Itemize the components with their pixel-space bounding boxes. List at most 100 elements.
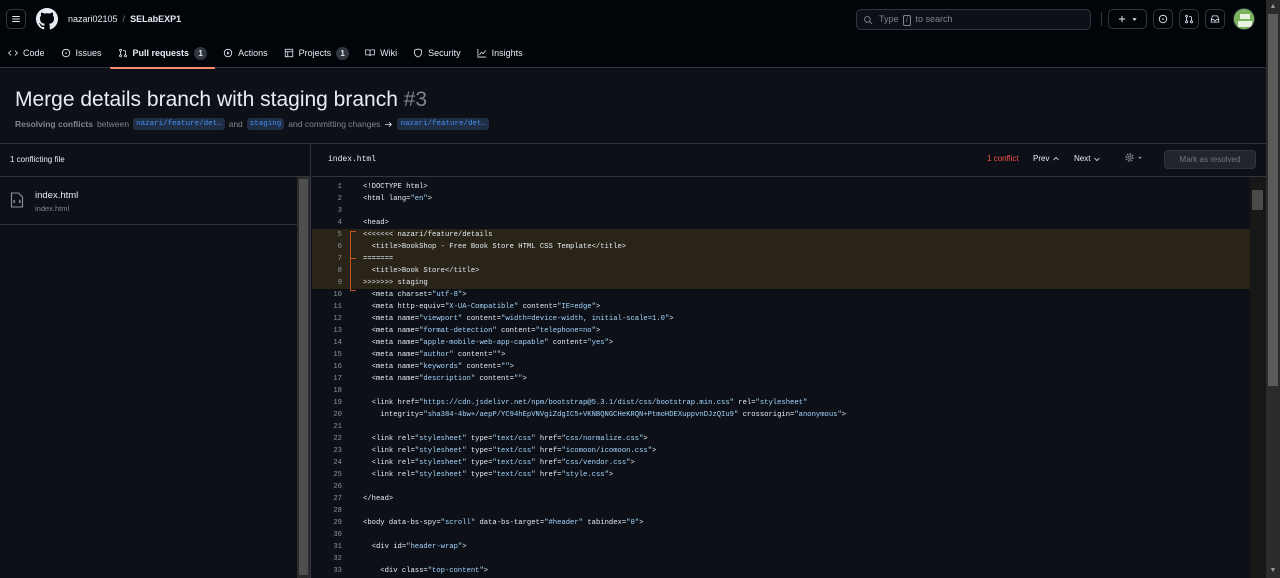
editor-settings-button[interactable] [1124, 152, 1143, 163]
code-line[interactable]: 30 [312, 529, 1250, 541]
conflict-editor: index.html 1 conflict Prev Next Mark as … [312, 144, 1266, 578]
line-number: 32 [333, 555, 342, 563]
file-list-scroll-thumb[interactable] [299, 179, 308, 575]
conflict-bracket-bottom [351, 290, 356, 291]
code-line[interactable]: 8 <title>Book Store</title> [312, 265, 1250, 277]
between-label: between [96, 119, 130, 129]
code-line[interactable]: 33 <div class="top-content"> [312, 565, 1250, 577]
editor-scrollbar[interactable] [1250, 177, 1266, 578]
code-icon [8, 50, 18, 56]
tab-projects[interactable]: Projects 1 [276, 38, 358, 68]
code-line[interactable]: 5 <<<<<<< nazari/feature/details [312, 229, 1250, 241]
code-line[interactable]: 26 [312, 481, 1250, 493]
code-line[interactable]: 10 <meta charset="utf-8"> [312, 289, 1250, 301]
code-line[interactable]: 7 ======= [312, 253, 1250, 265]
line-text: <div id="header-wrap"> [363, 543, 467, 551]
code-line[interactable]: 2 <html lang="en"> [312, 193, 1250, 205]
file-name: index.html [35, 190, 79, 201]
chevron-down-icon [1094, 157, 1101, 161]
user-avatar[interactable] [1233, 8, 1255, 30]
gear-icon [1125, 153, 1134, 162]
prev-conflict-button[interactable]: Prev [1033, 154, 1060, 163]
line-text: <meta name="keywords" content=""> [363, 363, 515, 371]
code-line[interactable]: 21 [312, 421, 1250, 433]
inbox-button[interactable] [1205, 9, 1225, 29]
target-branch-label[interactable]: nazari/feature/det… [397, 118, 489, 130]
tab-actions[interactable]: Actions [215, 38, 276, 68]
line-text: <meta name="apple-mobile-web-app-capable… [363, 339, 614, 347]
scroll-down-arrow-icon[interactable]: ▼ [1269, 567, 1277, 575]
repo-owner-link[interactable]: nazari02105 [68, 14, 118, 24]
code-line[interactable]: 17 <meta name="description" content=""> [312, 373, 1250, 385]
chevron-up-icon [1053, 156, 1060, 160]
code-line[interactable]: 3 [312, 205, 1250, 217]
line-text: <link rel="stylesheet" type="text/css" h… [363, 471, 614, 479]
page-scroll-thumb[interactable] [1268, 14, 1278, 386]
line-text: <link href="https://cdn.jsdelivr.net/npm… [363, 399, 808, 407]
code-line[interactable]: 16 <meta name="keywords" content=""> [312, 361, 1250, 373]
table-icon [284, 48, 293, 58]
tab-insights[interactable]: Insights [469, 38, 531, 68]
code-line[interactable]: 1 <!DOCTYPE html> [312, 181, 1250, 193]
page-scrollbar[interactable]: ▲ ▼ [1266, 0, 1280, 578]
hamburger-icon [12, 16, 20, 22]
code-line[interactable]: 18 [312, 385, 1250, 397]
create-new-button[interactable] [1108, 9, 1147, 29]
line-text: <meta name="viewport" content="width=dev… [363, 315, 674, 323]
conflict-bracket-top [351, 231, 356, 232]
code-line[interactable]: 14 <meta name="apple-mobile-web-app-capa… [312, 337, 1250, 349]
code-line[interactable]: 24 <link rel="stylesheet" type="text/css… [312, 457, 1250, 469]
file-list-scrollbar[interactable] [297, 177, 310, 578]
tab-wiki[interactable]: Wiki [357, 38, 405, 68]
code-line[interactable]: 9 >>>>>>> staging [312, 277, 1250, 289]
search-input[interactable]: Type / to search [856, 9, 1091, 30]
github-logo-icon[interactable] [36, 8, 58, 30]
mark-as-resolved-button[interactable]: Mark as resolved [1164, 150, 1256, 169]
code-line[interactable]: 6 <title>BookShop - Free Book Store HTML… [312, 241, 1250, 253]
code-line[interactable]: 23 <link rel="stylesheet" type="text/css… [312, 445, 1250, 457]
code-line[interactable]: 22 <link rel="stylesheet" type="text/css… [312, 433, 1250, 445]
line-number: 6 [337, 243, 342, 251]
code-line[interactable]: 29 <body data-bs-spy="scroll" data-bs-tar… [312, 517, 1250, 529]
line-number: 2 [337, 195, 342, 203]
repo-name-link[interactable]: SELabEXP1 [130, 14, 181, 24]
tab-code[interactable]: Code [0, 38, 53, 68]
code-line[interactable]: 19 <link href="https://cdn.jsdelivr.net/… [312, 397, 1250, 409]
code-line[interactable]: 12 <meta name="viewport" content="width=… [312, 313, 1250, 325]
code-line[interactable]: 31 <div id="header-wrap"> [312, 541, 1250, 553]
tab-pull-requests[interactable]: Pull requests 1 [109, 38, 216, 69]
editor-scroll-thumb[interactable] [1252, 190, 1263, 210]
triangle-down-icon [1138, 156, 1142, 159]
file-code-icon [10, 192, 24, 208]
line-number: 25 [333, 471, 342, 479]
tab-issues[interactable]: Issues [53, 38, 110, 68]
code-line[interactable]: 15 <meta name="author" content=""> [312, 349, 1250, 361]
line-number: 3 [337, 207, 342, 215]
code-line[interactable]: 11 <meta http-equiv="X-UA-Compatible" co… [312, 301, 1250, 313]
next-conflict-button[interactable]: Next [1074, 154, 1101, 163]
resolving-label: Resolving conflicts [15, 119, 93, 129]
base-branch-label[interactable]: staging [246, 118, 285, 130]
line-number: 29 [333, 519, 342, 527]
code-line[interactable]: 27 </head> [312, 493, 1250, 505]
code-line[interactable]: 28 [312, 505, 1250, 517]
line-text: </head> [363, 495, 394, 503]
code-line[interactable]: 25 <link rel="stylesheet" type="text/css… [312, 469, 1250, 481]
line-number: 16 [333, 363, 342, 371]
pull-requests-button[interactable] [1179, 9, 1199, 29]
head-branch-label[interactable]: nazari/feature/det… [133, 118, 225, 130]
arrow-right-icon [385, 121, 393, 127]
code-line[interactable]: 4 <head> [312, 217, 1250, 229]
code-area[interactable]: 1 <!DOCTYPE html> 2 <html lang="en"> 3 4 <head… [312, 177, 1250, 578]
code-line[interactable]: 20 integrity="sha384-4bw+/aepP/YC94hEpVN… [312, 409, 1250, 421]
tab-security[interactable]: Security [405, 38, 469, 68]
list-item[interactable]: index.html index.html [0, 177, 297, 225]
code-line[interactable]: 32 [312, 553, 1250, 565]
tab-issues-label: Issues [75, 48, 102, 58]
issues-button[interactable] [1153, 9, 1173, 29]
menu-button[interactable] [6, 9, 26, 29]
code-line[interactable]: 13 <meta name="format-detection" content… [312, 325, 1250, 337]
line-number: 19 [333, 399, 342, 407]
triangle-down-icon [1132, 17, 1137, 21]
scroll-up-arrow-icon[interactable]: ▲ [1269, 3, 1277, 11]
